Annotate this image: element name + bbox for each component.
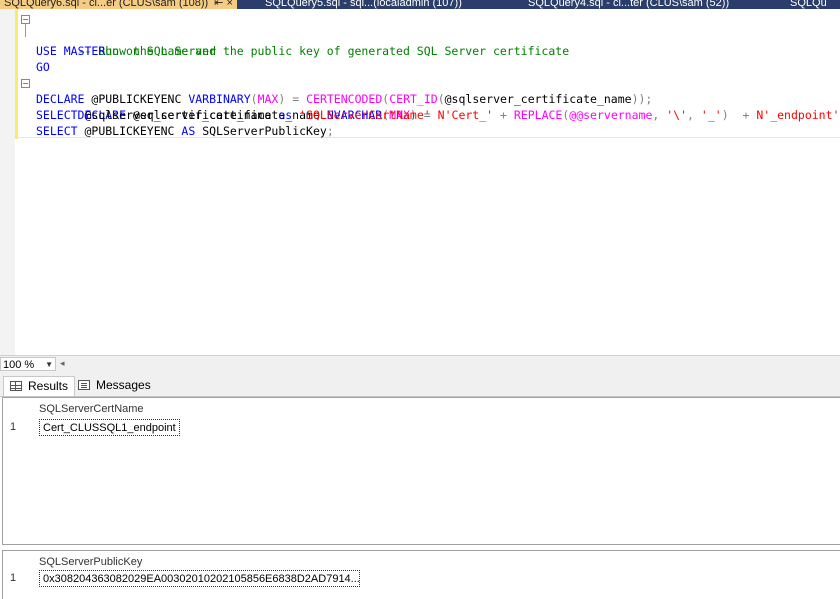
function: CERTENCODED (306, 92, 383, 106)
tab-sqlquery4[interactable]: SQLQuery4.sql - cl...ter (CLUS\sam (52)) (528, 0, 729, 9)
keyword: USE (36, 44, 57, 58)
query-editor[interactable]: − -- Run on SQL Server -- Show the name … (0, 9, 840, 355)
keyword: SELECT (36, 124, 78, 138)
code-line: SELECT @PUBLICKEYENC AS SQLServerPublicK… (22, 123, 839, 139)
keyword: AS (181, 124, 196, 138)
operator: ; (326, 124, 334, 138)
zoom-dropdown[interactable]: 100 % ▼ (0, 357, 56, 371)
grid-icon (10, 381, 22, 391)
scroll-left-icon[interactable]: ◂ (60, 358, 65, 369)
string: 'SQLServerCertName' (299, 108, 431, 122)
tab-sqlquery5[interactable]: SQLQuery5.sql - sql...(localadmin (107)) (265, 0, 462, 9)
function: MAX (257, 92, 279, 106)
tab-sqlquery6[interactable]: SQLQuery6.sql - cl...er (CLUS\sam (108))… (0, 0, 237, 9)
code-area[interactable]: − -- Run on SQL Server -- Show the name … (21, 11, 839, 139)
keyword: VARBINARY (188, 92, 251, 106)
results-pane: SQLServerCertName 1 Cert_CLUSSQL1_endpoi… (0, 397, 840, 599)
collapse-icon[interactable]: − (21, 15, 30, 24)
document-tab-strip: SQLQuery6.sql - cl...er (CLUS\sam (108))… (0, 0, 840, 9)
change-tracking-bar (15, 9, 18, 139)
result-tabs: Results Messages (0, 373, 840, 397)
tab-messages-label: Messages (96, 378, 151, 392)
row-number[interactable]: 1 (10, 572, 16, 584)
tab-results-label: Results (28, 379, 69, 393)
chevron-down-icon[interactable]: ▼ (45, 358, 53, 372)
variable: @sqlserver_certificate_name (444, 92, 632, 106)
variable: @PUBLICKEYENC (77, 124, 182, 138)
code-line: -- Show the name and the public key of g… (22, 27, 839, 58)
messages-icon (78, 380, 90, 390)
function: CERT_ID (389, 92, 438, 106)
keyword: GO (36, 60, 50, 74)
code-line: − DECLARE @sqlserver_certificate_name NV… (21, 75, 839, 122)
code-line: USE MASTER (22, 43, 839, 59)
tab-messages[interactable]: Messages (72, 376, 157, 395)
alias: SQLServerPublicKey (195, 124, 327, 138)
tab-results[interactable]: Results (3, 376, 76, 396)
operator: ( (250, 92, 258, 106)
result-grid-public-key[interactable]: SQLServerPublicKey 1 0x308204363082029EA… (2, 550, 840, 599)
zoom-value: 100 % (3, 359, 35, 371)
tab-label: SQLQuery6.sql - cl...er (CLUS\sam (108)) (4, 0, 209, 9)
operator: ; (645, 92, 653, 106)
keyword: MASTER (63, 44, 106, 58)
pin-close-icon[interactable]: ⇤ × (214, 0, 233, 9)
row-number[interactable]: 1 (10, 421, 16, 433)
code-line: GO (22, 59, 839, 75)
code-line: − -- Run on SQL Server (21, 11, 839, 58)
variable: @sqlserver_certificate_name (77, 108, 279, 122)
operator: ( (437, 92, 445, 106)
column-header[interactable]: SQLServerCertName (39, 401, 144, 417)
zoom-bar: 100 % ▼ ◂ (0, 355, 840, 373)
result-cell[interactable]: 0x308204363082029EA00302010202105856E683… (39, 570, 360, 587)
column-header[interactable]: SQLServerPublicKey (39, 554, 142, 570)
code-line: DECLARE @PUBLICKEYENC VARBINARY(MAX) = C… (22, 91, 839, 107)
keyword: SELECT (36, 108, 78, 122)
code-line: SELECT @sqlserver_certificate_name as 'S… (22, 107, 839, 123)
editor-margin (0, 9, 15, 355)
variable: @PUBLICKEYENC (84, 92, 189, 106)
operator: )) (631, 92, 646, 106)
keyword: DECLARE (36, 92, 85, 106)
tab-sqlquery-overflow[interactable]: SQLQu (790, 0, 827, 9)
collapse-icon[interactable]: − (21, 79, 30, 88)
keyword: as (278, 108, 293, 122)
result-grid-cert-name[interactable]: SQLServerCertName 1 Cert_CLUSSQL1_endpoi… (2, 397, 840, 545)
result-cell[interactable]: Cert_CLUSSQL1_endpoint (39, 419, 180, 436)
